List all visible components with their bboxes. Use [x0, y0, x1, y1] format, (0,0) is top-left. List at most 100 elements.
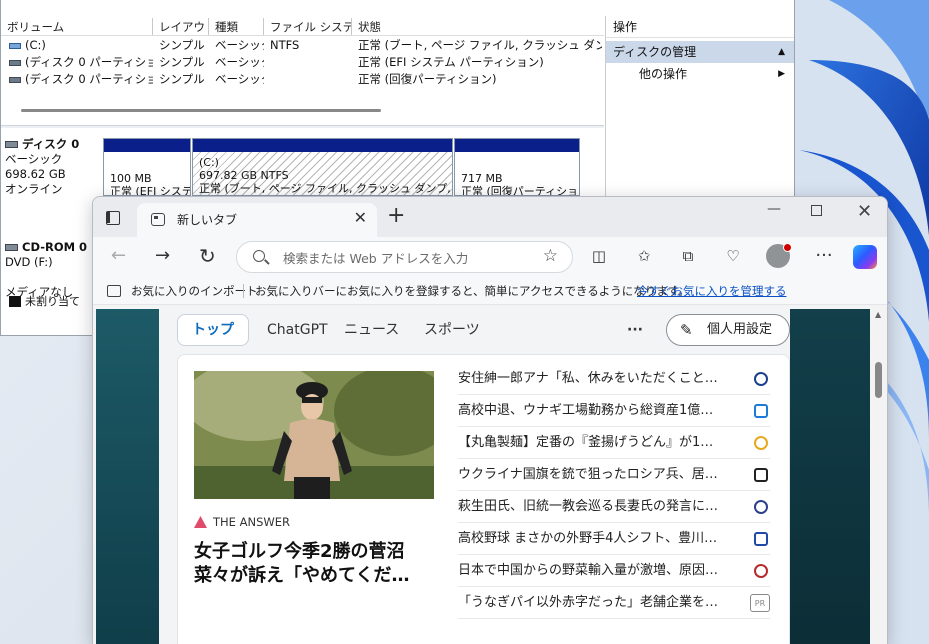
- headline-item[interactable]: 高校中退、ウナギ工場勤務から総資産1億…: [458, 395, 770, 427]
- partition-efi[interactable]: 100 MB 正常 (EFI システ: [103, 138, 191, 196]
- add-favorite-star-icon[interactable]: ☆: [543, 246, 558, 266]
- collapse-triangle-icon[interactable]: ▲: [778, 41, 785, 63]
- partition-recovery[interactable]: 717 MB 正常 (回復パーティション: [454, 138, 580, 196]
- volume-type: ベーシック: [215, 55, 264, 69]
- column-header-volume[interactable]: ボリューム: [1, 18, 153, 35]
- tab-actions-menu-icon[interactable]: [106, 211, 120, 225]
- close-tab-icon[interactable]: ✕: [354, 208, 367, 227]
- volume-layout: シンプル: [159, 72, 205, 86]
- column-header-filesystem[interactable]: ファイル システム: [264, 18, 352, 35]
- refresh-icon[interactable]: ↻: [199, 245, 216, 267]
- chunichi-logo-icon: [754, 532, 768, 546]
- headline-item[interactable]: 日本で中国からの野菜輸入量が激増、原因…: [458, 555, 770, 587]
- copilot-icon[interactable]: [853, 245, 877, 269]
- back-arrow-icon[interactable]: ←: [111, 245, 126, 267]
- manage-favorites-link[interactable]: 今すぐお気に入りを管理する: [637, 277, 787, 305]
- collections-icon[interactable]: ⧉: [677, 245, 699, 267]
- ring-logo-icon: [754, 436, 768, 450]
- split-screen-icon[interactable]: ◫: [588, 245, 610, 267]
- tab-new-tab[interactable]: 新しいタブ ✕: [137, 203, 377, 237]
- golfer-photo: [194, 371, 434, 499]
- record-china-logo-icon: [754, 564, 768, 578]
- partition-size: 717 MB: [461, 172, 503, 185]
- new-tab-page-icon: [151, 213, 165, 226]
- table-row[interactable]: (ディスク 0 パーティション 4) シンプル ベーシック 正常 (回復パーティ…: [1, 71, 604, 88]
- feed-tab-chatgpt[interactable]: ChatGPT: [267, 314, 328, 346]
- partition-status: 正常 (ブート, ページ ファイル, クラッシュ ダンプ, ベーシ: [199, 182, 452, 195]
- column-header-type[interactable]: 種類: [209, 18, 264, 35]
- volume-status: 正常 (EFI システム パーティション): [358, 55, 544, 69]
- disk0-size: 698.62 GB: [5, 167, 66, 181]
- maximize-icon[interactable]: [811, 205, 822, 216]
- partition-label: (C:): [199, 156, 219, 169]
- partition-status: 正常 (EFI システ: [110, 185, 191, 196]
- import-favorites-icon[interactable]: [107, 285, 121, 297]
- address-input[interactable]: [283, 248, 523, 268]
- forward-arrow-icon[interactable]: →: [155, 245, 170, 267]
- volume-type: ベーシック: [215, 72, 264, 86]
- column-header-layout[interactable]: レイアウト: [153, 18, 209, 35]
- hero-source[interactable]: THE ANSWER: [194, 515, 290, 529]
- headline-text: 高校中退、ウナギ工場勤務から総資産1億…: [458, 403, 714, 418]
- disk0-info[interactable]: ディスク 0 ベーシック 698.62 GB オンライン: [5, 137, 101, 197]
- volume-filesystem: NTFS: [270, 38, 300, 52]
- hard-disk-icon: [5, 141, 18, 148]
- volume-status: 正常 (回復パーティション): [358, 72, 497, 86]
- headline-item[interactable]: 「うなぎパイ以外赤字だった」老舗企業を… PR: [458, 587, 770, 619]
- headline-text: 高校野球 まさかの外野手4人シフト、豊川…: [458, 531, 718, 546]
- more-options-icon[interactable]: ···: [813, 245, 835, 267]
- import-favorites-link[interactable]: お気に入りのインポート: [131, 277, 258, 305]
- hero-article-image[interactable]: [194, 371, 434, 499]
- actions-title: 操作: [606, 16, 794, 38]
- scroll-up-icon[interactable]: ▲: [875, 310, 881, 319]
- volume-list: (C:) シンプル ベーシック NTFS 正常 (ブート, ページ ファイル, …: [1, 37, 604, 88]
- volume-name: (C:): [25, 38, 46, 52]
- feed-tab-top[interactable]: トップ: [177, 314, 249, 346]
- search-icon: [253, 250, 265, 262]
- cdrom-info[interactable]: CD-ROM 0 DVD (F:) メディアなし: [5, 240, 87, 300]
- pr-badge-icon: PR: [750, 594, 770, 612]
- personalize-label: 個人用設定: [707, 322, 773, 337]
- volume-layout: シンプル: [159, 55, 205, 69]
- personalize-button[interactable]: ✎ 個人用設定: [666, 314, 790, 346]
- feed-tab-news[interactable]: ニュース: [344, 314, 399, 346]
- headline-text: 安住紳一郎アナ「私、休みをいただくこと…: [458, 371, 718, 386]
- table-row[interactable]: (C:) シンプル ベーシック NTFS 正常 (ブート, ページ ファイル, …: [1, 37, 604, 54]
- column-header-status[interactable]: 状態: [352, 18, 604, 35]
- feed-tab-sports[interactable]: スポーツ: [424, 314, 480, 346]
- legend: 未割り当て: [9, 293, 80, 309]
- headline-item[interactable]: ウクライナ国旗を銃で狙ったロシア兵、居…: [458, 459, 770, 491]
- tab-bar: 新しいタブ ✕ + — ✕: [93, 197, 887, 237]
- favorites-icon[interactable]: ✩: [633, 245, 655, 267]
- scroll-thumb[interactable]: [875, 362, 882, 398]
- diamond-logo-icon: [754, 404, 768, 418]
- actions-other-operations[interactable]: 他の操作 ▶: [606, 63, 794, 85]
- horizontal-scrollbar[interactable]: [21, 109, 381, 112]
- new-tab-plus-icon[interactable]: +: [387, 203, 405, 229]
- headline-item[interactable]: 高校野球 まさかの外野手4人シフト、豊川…: [458, 523, 770, 555]
- close-window-icon[interactable]: ✕: [857, 201, 872, 222]
- page-scrollbar[interactable]: ▲: [870, 306, 887, 644]
- headline-item[interactable]: 安住紳一郎アナ「私、休みをいただくこと…: [458, 363, 770, 395]
- minimize-icon[interactable]: —: [767, 201, 781, 217]
- favorites-bar: お気に入りのインポート お気に入りバーにお気に入りを登録すると、簡単にアクセスで…: [93, 277, 887, 305]
- browser-essentials-icon[interactable]: ♡: [722, 245, 744, 267]
- volume-status: 正常 (ブート, ページ ファイル, クラッシュ ダンプ, ベーシ: [358, 38, 602, 52]
- volume-icon: [9, 76, 21, 83]
- headline-text: 日本で中国からの野菜輸入量が激増、原因…: [458, 563, 719, 578]
- pane-divider[interactable]: [1, 125, 604, 128]
- profile-avatar[interactable]: [766, 243, 792, 268]
- volume-filesystem: [264, 54, 352, 71]
- table-row[interactable]: (ディスク 0 パーティション 1) シンプル ベーシック 正常 (EFI シス…: [1, 54, 604, 71]
- headline-item[interactable]: 【丸亀製麺】定番の『釜揚げうどん』が1…: [458, 427, 770, 459]
- address-bar[interactable]: ☆: [236, 241, 573, 273]
- feed-more-options-icon[interactable]: ···: [627, 314, 643, 346]
- volume-filesystem: [264, 71, 352, 88]
- headline-text: 【丸亀製麺】定番の『釜揚げうどん』が1…: [458, 435, 714, 450]
- headline-item[interactable]: 萩生田氏、旧統一教会巡る長妻氏の発言に…: [458, 491, 770, 523]
- partition-c[interactable]: (C:) 697.82 GB NTFS 正常 (ブート, ページ ファイル, ク…: [192, 138, 453, 196]
- volume-name: (ディスク 0 パーティション 1): [25, 55, 153, 69]
- headline-list: 安住紳一郎アナ「私、休みをいただくこと… 高校中退、ウナギ工場勤務から総資産1億……: [458, 363, 770, 619]
- hero-article-title[interactable]: 女子ゴルフ今季2勝の菅沼菜々が訴え「やめてくだ…: [194, 540, 440, 590]
- actions-group-disk-management[interactable]: ディスクの管理 ▲: [606, 41, 794, 63]
